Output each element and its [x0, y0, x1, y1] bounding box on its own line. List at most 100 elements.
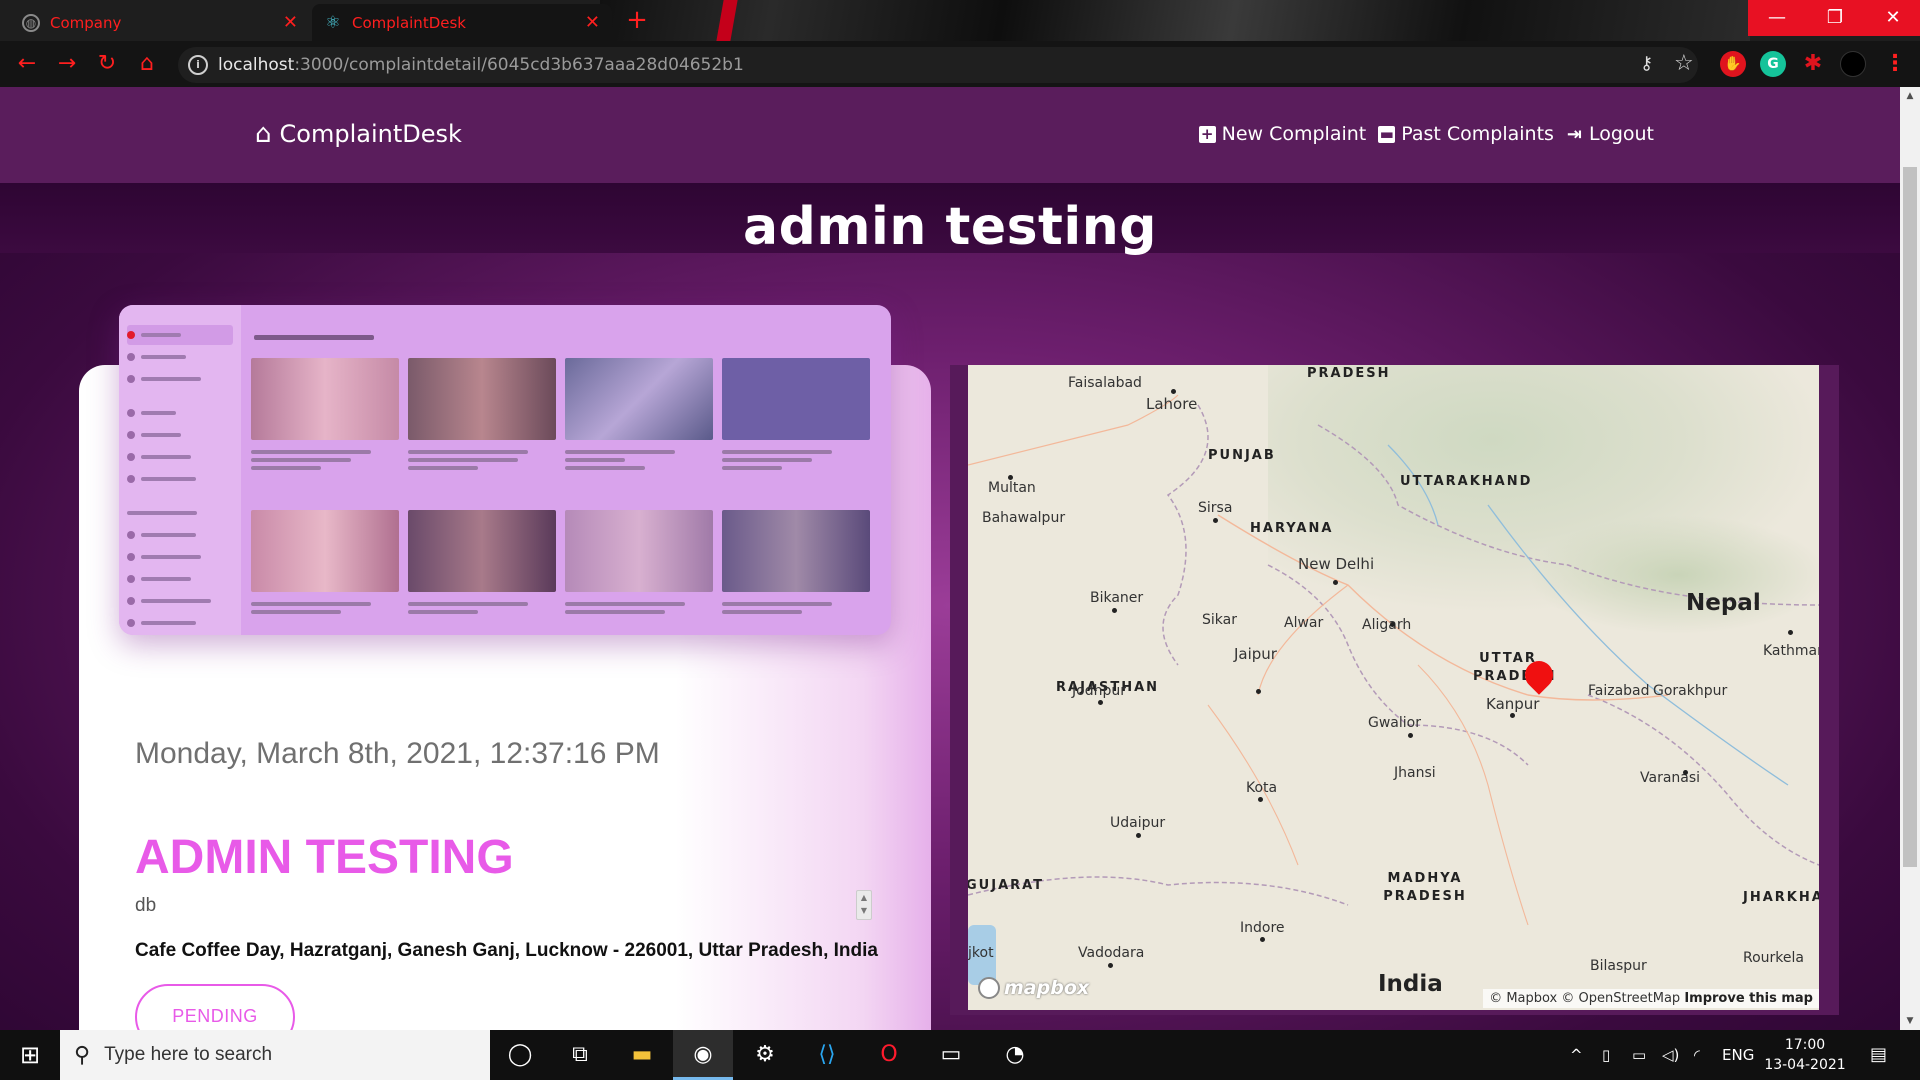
nav-links: + New Complaint ▬ Past Complaints ⇥ Logo…	[1198, 123, 1654, 145]
complaint-date: Monday, March 8th, 2021, 12:37:16 PM	[135, 737, 660, 770]
map-city-label: Sikar	[1202, 612, 1237, 628]
vscode-icon[interactable]: ⟨⟩	[797, 1030, 857, 1080]
star-icon[interactable]: ☆	[1674, 51, 1694, 76]
image-heading-bar	[254, 335, 374, 340]
volume-icon[interactable]: ◁)	[1662, 1030, 1679, 1080]
tab-company[interactable]: ◍ Company ✕	[10, 4, 310, 41]
page-scrollbar[interactable]: ▲ ▼	[1900, 87, 1920, 1030]
mapbox-logo[interactable]: mapbox	[978, 977, 1089, 999]
status-badge[interactable]: PENDING	[135, 984, 295, 1030]
map-city-label: Jhansi	[1394, 765, 1436, 781]
key-icon[interactable]: ⚷	[1640, 53, 1653, 74]
map-city-label: Alwar	[1284, 615, 1324, 631]
scroll-down-arrow-icon[interactable]: ▼	[1900, 1012, 1920, 1030]
notifications-icon[interactable]: ▤	[1870, 1030, 1887, 1080]
map-city-label: Kota	[1246, 780, 1278, 796]
close-icon[interactable]: ✕	[283, 12, 298, 33]
improve-map-link[interactable]: Improve this map	[1684, 991, 1813, 1006]
task-view-icon[interactable]: ⧉	[550, 1030, 610, 1080]
page-viewport: ⌂ ComplaintDesk + New Complaint ▬ Past C…	[0, 87, 1900, 1030]
map-city-label: New Delhi	[1298, 555, 1375, 573]
complaint-image	[119, 305, 891, 635]
language-indicator[interactable]: ENG	[1722, 1030, 1754, 1080]
app-navbar: ⌂ ComplaintDesk + New Complaint ▬ Past C…	[0, 87, 1900, 183]
brand-link[interactable]: ⌂ ComplaintDesk	[255, 119, 462, 149]
map-city-label: Jodhpur	[1072, 683, 1126, 699]
image-video-tile	[251, 358, 399, 440]
map-city-dot	[1510, 713, 1515, 718]
image-video-tile	[408, 510, 556, 592]
browser-theme-art	[600, 0, 1750, 41]
nav-past-complaints[interactable]: ▬ Past Complaints	[1378, 123, 1554, 145]
mapbox-icon	[978, 977, 1000, 999]
scroll-thumb[interactable]	[1903, 167, 1917, 867]
cortana-icon[interactable]: ◯	[490, 1030, 550, 1080]
map-city-label: Kanpur	[1486, 695, 1540, 713]
taskbar-search[interactable]: ⚲ Type here to search	[60, 1030, 490, 1080]
attribution-text[interactable]: © Mapbox © OpenStreetMap	[1489, 991, 1680, 1006]
app-icon[interactable]: ◔	[985, 1030, 1045, 1080]
map-city-label: Gwalior	[1368, 715, 1421, 731]
maximize-button[interactable]: ❐	[1806, 0, 1864, 36]
wifi-icon[interactable]: ◜	[1694, 1030, 1700, 1080]
map-city-dot	[1108, 963, 1113, 968]
map-city-dot	[1171, 389, 1176, 394]
map-city-dot	[1333, 580, 1338, 585]
map-attribution[interactable]: © Mapbox © OpenStreetMap Improve this ma…	[1483, 989, 1819, 1008]
chevron-up-icon[interactable]: ^	[1570, 1030, 1583, 1080]
home-icon[interactable]: ⌂	[132, 49, 162, 79]
settings-icon[interactable]: ⚙	[735, 1030, 795, 1080]
map-city-label: Multan	[988, 480, 1036, 496]
image-video-tile	[722, 358, 870, 440]
forward-arrow-icon[interactable]: →	[52, 49, 82, 79]
resize-spinner[interactable]: ▲ ▼	[856, 890, 872, 920]
brand-label: ComplaintDesk	[279, 120, 462, 148]
nav-label: Past Complaints	[1401, 123, 1554, 145]
search-icon: ⚲	[74, 1042, 91, 1068]
opera-icon[interactable]: O	[859, 1030, 919, 1080]
grammarly-icon[interactable]: G	[1760, 51, 1786, 77]
map-city-dot	[1008, 475, 1013, 480]
info-icon[interactable]: i	[188, 55, 208, 75]
battery-icon[interactable]: ▭	[1632, 1030, 1646, 1080]
puzzle-icon[interactable]: ✱	[1800, 51, 1826, 77]
minimize-button[interactable]: —	[1748, 0, 1806, 36]
map-state-label: PUNJAB	[1208, 448, 1276, 463]
map-city-dot	[1098, 700, 1103, 705]
tab-complaintdesk[interactable]: ⚛ ComplaintDesk ✕	[312, 4, 612, 41]
scroll-up-arrow-icon[interactable]: ▲	[1900, 87, 1920, 105]
windows-start-icon[interactable]: ⊞	[0, 1030, 60, 1080]
extension-hand-icon[interactable]: ✋	[1720, 51, 1746, 77]
menu-icon[interactable]: ⋮	[1882, 51, 1908, 77]
nav-logout[interactable]: ⇥ Logout	[1566, 123, 1654, 145]
reload-icon[interactable]: ↻	[92, 49, 122, 79]
map-city-label: Faisalabad	[1068, 375, 1142, 391]
taskbar-clock[interactable]: 17:00 13-04-2021	[1760, 1035, 1850, 1075]
location-map[interactable]: PRADESH PUNJAB UTTARAKHAND HARYANA RAJAS…	[968, 365, 1819, 1010]
map-city-label: Rourkela	[1743, 950, 1804, 966]
chrome-icon[interactable]: ◉	[673, 1030, 733, 1080]
terminal-icon[interactable]: ▭	[921, 1030, 981, 1080]
map-city-label: Gorakhpur	[1653, 683, 1728, 699]
close-icon[interactable]: ✕	[585, 12, 600, 33]
address-bar[interactable]: i localhost:3000/complaintdetail/6045cd3…	[178, 47, 1698, 83]
map-city-label: Vadodara	[1078, 945, 1145, 961]
new-tab-button[interactable]: +	[622, 6, 652, 36]
image-sidebar	[119, 305, 241, 635]
network-device-icon[interactable]: ▯	[1602, 1030, 1610, 1080]
map-country-label: India	[1378, 971, 1443, 997]
map-state-label: PRADESH	[1307, 366, 1391, 381]
map-city-label: Bikaner	[1090, 590, 1144, 606]
profile-avatar[interactable]	[1840, 51, 1866, 77]
file-explorer-icon[interactable]: ▬	[612, 1030, 672, 1080]
react-icon: ⚛	[325, 12, 341, 33]
archive-icon: ▬	[1378, 124, 1396, 143]
image-video-tile	[565, 510, 713, 592]
close-window-button[interactable]: ✕	[1864, 0, 1920, 36]
nav-new-complaint[interactable]: + New Complaint	[1198, 123, 1366, 145]
back-arrow-icon[interactable]: ←	[12, 49, 42, 79]
map-city-dot	[1260, 937, 1265, 942]
map-city-dot	[1256, 689, 1261, 694]
map-city-dot	[1112, 608, 1117, 613]
tab-title: Company	[50, 13, 122, 32]
